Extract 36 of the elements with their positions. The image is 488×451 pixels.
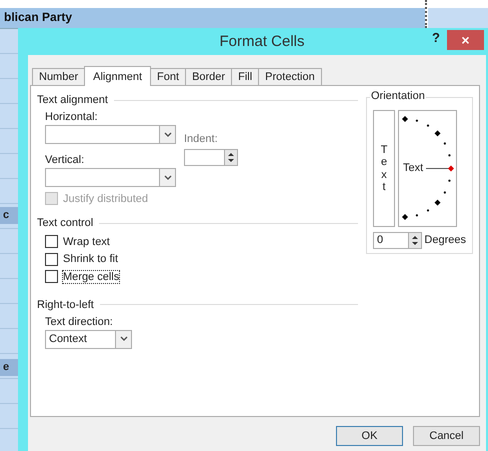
dial-text: Text [403,162,424,174]
checkbox[interactable] [45,235,58,248]
field-label: Degrees [424,234,466,246]
section-title: Text control [37,217,94,229]
close-button[interactable]: × [447,30,484,50]
window-title: Format Cells [219,33,304,50]
section-title: Orientation [370,90,426,102]
dial-pointer-icon[interactable] [426,165,455,172]
checkbox-label: Merge cells [63,270,120,283]
checkbox[interactable] [45,270,58,284]
dialog-button[interactable]: Cancel [413,426,480,446]
vertical-text-button[interactable]: Text [373,110,395,227]
section-title: Text alignment [37,94,108,106]
tab[interactable]: Number [32,68,86,85]
checkbox[interactable] [45,252,58,266]
spinner-arrows-icon[interactable] [408,233,422,248]
checkbox-label: Shrink to fit [63,253,118,266]
spinner-arrows-icon[interactable] [224,150,237,165]
orientation-dial[interactable]: Text [398,110,457,227]
checkbox-label: Justify distributed [63,192,148,204]
field-label: Text direction: [45,316,114,330]
spreadsheet-cell [428,8,488,28]
spreadsheet-cell: e [0,359,18,376]
tab[interactable]: Protection [258,68,322,85]
dialog-button[interactable]: OK [336,426,403,446]
degrees-spinner[interactable]: 0 [373,232,422,249]
help-button[interactable]: ? [432,30,440,45]
text-direction-dropdown[interactable]: Context [45,330,132,348]
spreadsheet-cell: c [0,207,18,224]
field-label: Indent: [184,133,219,147]
section-title: Right-to-left [37,298,94,310]
field-label: Vertical: [45,154,84,168]
cell-text: blican Party [4,10,72,24]
field-label: Horizontal: [45,111,99,125]
checkbox-label: Wrap text [63,236,110,248]
tab[interactable]: Alignment [84,66,152,86]
